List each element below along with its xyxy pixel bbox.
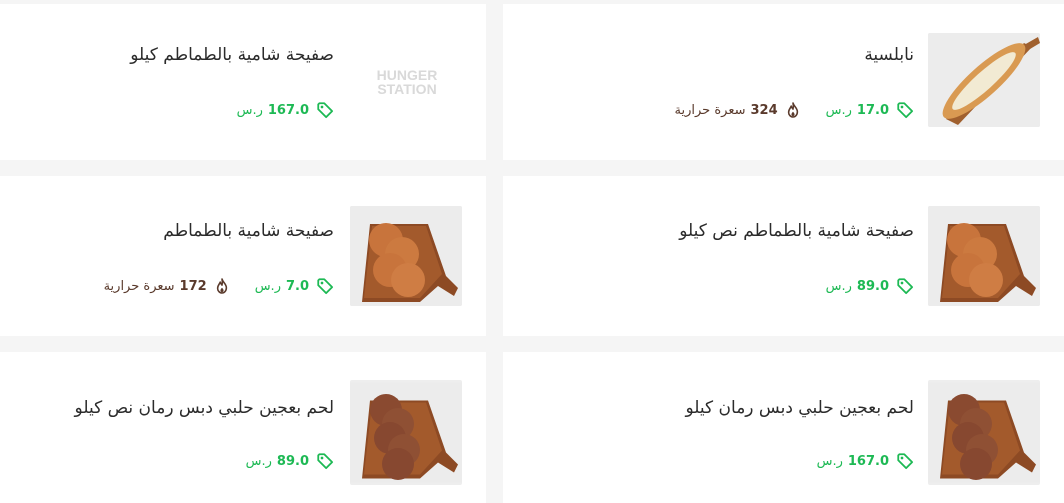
- price: 7.0 ر.س: [255, 277, 334, 295]
- menu-item-card[interactable]: لحم بعجين حلبي دبس رمان نص كيلو 89.0 ر.س: [0, 352, 486, 503]
- currency: ر.س: [254, 278, 281, 294]
- calorie-unit: سعرة حرارية: [103, 278, 175, 294]
- price: 167.0 ر.س: [817, 452, 914, 470]
- item-meta: 7.0 ر.س 172 سعرة حرارية: [104, 277, 334, 295]
- menu-item-card[interactable]: لحم بعجين حلبي دبس رمان كيلو 167.0 ر.س: [503, 352, 1064, 503]
- item-name: صفيحة شامية بالطماطم نص كيلو: [679, 221, 914, 241]
- price-tag-icon: [896, 452, 914, 470]
- currency: ر.س: [825, 102, 852, 118]
- menu-item-card[interactable]: صفيحة شامية بالطماطم 7.0 ر.س 172 سعرة حر…: [0, 176, 486, 336]
- currency: ر.س: [825, 278, 852, 294]
- sfiha-board-icon: [928, 206, 1040, 306]
- item-name: لحم بعجين حلبي دبس رمان كيلو: [685, 398, 915, 418]
- price-value: 89.0: [276, 453, 309, 469]
- calories-value: 172: [179, 278, 207, 294]
- price-value: 167.0: [267, 102, 309, 118]
- price-tag-icon: [316, 452, 334, 470]
- price-tag-icon: [896, 101, 914, 119]
- calories-value: 324: [750, 102, 778, 118]
- price-tag-icon: [896, 277, 914, 295]
- nabulsia-pie-icon: [928, 33, 1040, 127]
- item-meta: 167.0 ر.س: [817, 452, 914, 470]
- item-name: صفيحة شامية بالطماطم: [163, 221, 334, 241]
- lahm-bajeen-board-icon: [350, 380, 462, 485]
- price: 89.0 ر.س: [246, 452, 334, 470]
- hungerstation-logo: HUNGER STATION: [376, 67, 438, 97]
- price-value: 89.0: [856, 278, 889, 294]
- price-value: 17.0: [856, 102, 889, 118]
- currency: ر.س: [236, 102, 263, 118]
- price: 167.0 ر.س: [237, 101, 334, 119]
- currency: ر.س: [816, 453, 843, 469]
- item-name: لحم بعجين حلبي دبس رمان نص كيلو: [74, 398, 334, 418]
- calories: 172 سعرة حرارية: [104, 278, 229, 294]
- calorie-unit: سعرة حرارية: [674, 102, 746, 118]
- item-name: صفيحة شامية بالطماطم كيلو: [130, 45, 334, 65]
- sfiha-board-icon: [350, 206, 462, 306]
- price: 89.0 ر.س: [826, 277, 914, 295]
- price-tag-icon: [316, 101, 334, 119]
- price-tag-icon: [316, 277, 334, 295]
- calories: 324 سعرة حرارية: [675, 102, 800, 118]
- menu-item-card[interactable]: نابلسية 17.0 ر.س 324 سعرة حرارية: [503, 4, 1064, 160]
- item-meta: 89.0 ر.س: [246, 452, 334, 470]
- price-value: 7.0: [285, 278, 309, 294]
- flame-icon: [215, 278, 229, 294]
- flame-icon: [786, 102, 800, 118]
- item-meta: 167.0 ر.س: [237, 101, 334, 119]
- item-name: نابلسية: [864, 45, 914, 65]
- price-value: 167.0: [847, 453, 889, 469]
- menu-item-card[interactable]: HUNGER STATION صفيحة شامية بالطماطم كيلو…: [0, 4, 486, 160]
- menu-item-card[interactable]: صفيحة شامية بالطماطم نص كيلو 89.0 ر.س: [503, 176, 1064, 336]
- item-meta: 89.0 ر.س: [826, 277, 914, 295]
- item-meta: 17.0 ر.س 324 سعرة حرارية: [675, 101, 914, 119]
- currency: ر.س: [245, 453, 272, 469]
- price: 17.0 ر.س: [826, 101, 914, 119]
- lahm-bajeen-board-icon: [928, 380, 1040, 485]
